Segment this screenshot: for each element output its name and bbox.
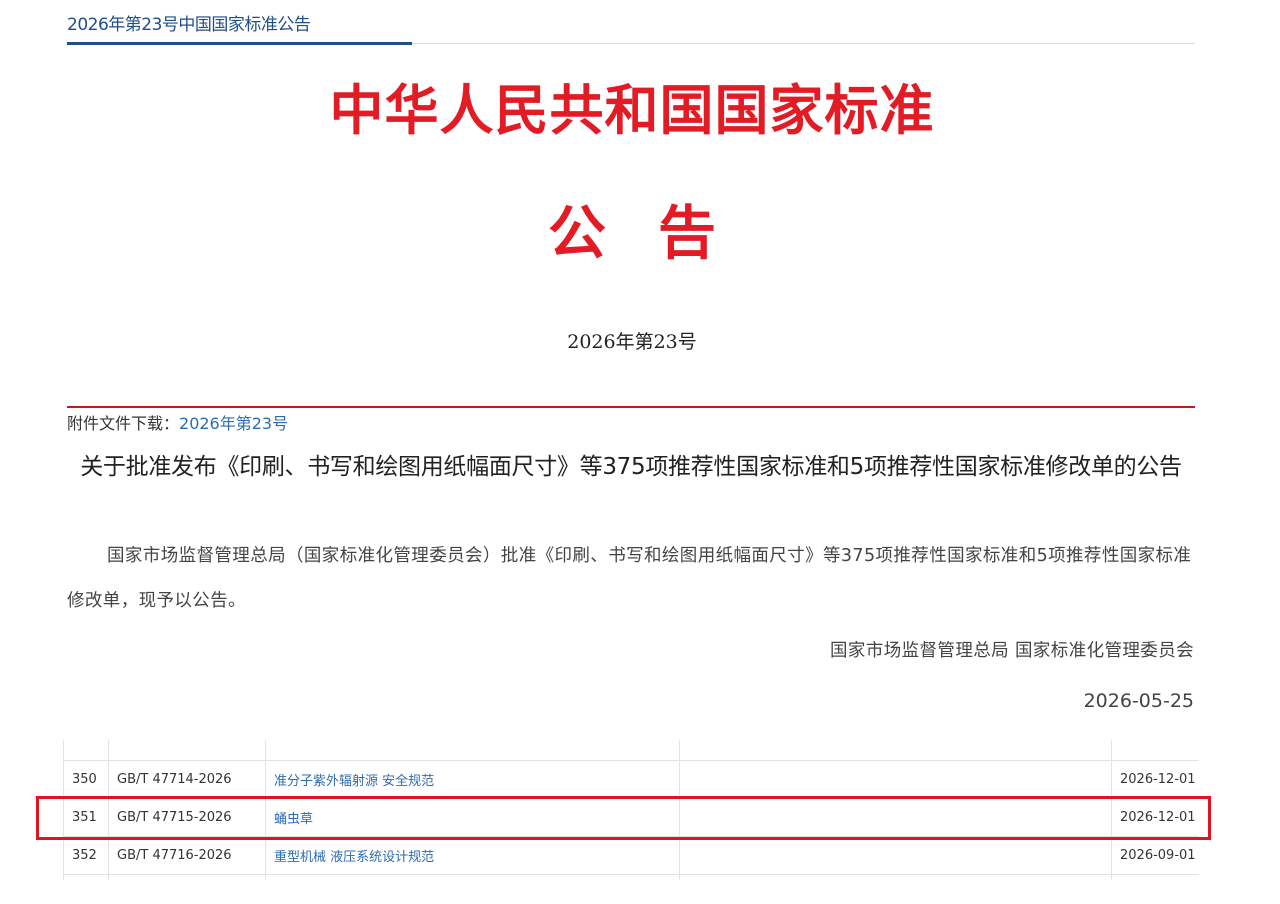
signature-organization: 国家市场监督管理总局 国家标准化管理委员会	[830, 641, 1194, 661]
announcement-headline: 关于批准发布《印刷、书写和绘图用纸幅面尺寸》等375项推荐性国家标准和5项推荐性…	[80, 454, 1182, 480]
breadcrumb-accent-bar	[67, 42, 412, 45]
document-subtitle: 公告	[547, 199, 768, 267]
standard-replaces	[679, 760, 1112, 799]
standard-replaces	[679, 798, 1112, 837]
standard-code: GB/T 47716-2026	[108, 836, 266, 875]
standard-name-link[interactable]: 重型机械 液压系统设计规范	[265, 836, 680, 875]
standard-code: GB/T 47714-2026	[108, 760, 266, 799]
implementation-date: 2026-09-01	[1111, 836, 1199, 875]
table-row	[63, 740, 1199, 761]
attachment-line: 附件文件下载：2026年第23号	[67, 410, 288, 434]
standards-table: 350 GB/T 47714-2026 准分子紫外辐射源 安全规范 2026-1…	[63, 740, 1199, 880]
attachment-download-link[interactable]: 2026年第23号	[179, 414, 288, 433]
table-row: 350 GB/T 47714-2026 准分子紫外辐射源 安全规范 2026-1…	[63, 760, 1199, 799]
attachment-label: 附件文件下载：	[67, 414, 180, 433]
row-number: 350	[63, 760, 109, 799]
issue-number: 2026年第23号	[567, 331, 697, 353]
red-divider	[67, 406, 1195, 408]
implementation-date: 2026-12-01	[1111, 798, 1199, 837]
signature-date: 2026-05-25	[1083, 690, 1194, 712]
table-row	[63, 874, 1199, 880]
implementation-date: 2026-12-01	[1111, 760, 1199, 799]
row-number: 352	[63, 836, 109, 875]
breadcrumb[interactable]: 2026年第23号中国国家标准公告	[67, 10, 311, 35]
standard-name-link[interactable]: 蛹虫草	[265, 798, 680, 837]
document-title: 中华人民共和国国家标准	[329, 78, 935, 142]
table-row: 352 GB/T 47716-2026 重型机械 液压系统设计规范 2026-0…	[63, 836, 1199, 875]
table-row: 351 GB/T 47715-2026 蛹虫草 2026-12-01	[63, 798, 1199, 837]
standard-name-link[interactable]: 准分子紫外辐射源 安全规范	[265, 760, 680, 799]
standard-replaces	[679, 836, 1112, 875]
standard-code: GB/T 47715-2026	[108, 798, 266, 837]
row-number: 351	[63, 798, 109, 837]
announcement-body: 国家市场监督管理总局（国家标准化管理委员会）批准《印刷、书写和绘图用纸幅面尺寸》…	[67, 546, 1192, 611]
